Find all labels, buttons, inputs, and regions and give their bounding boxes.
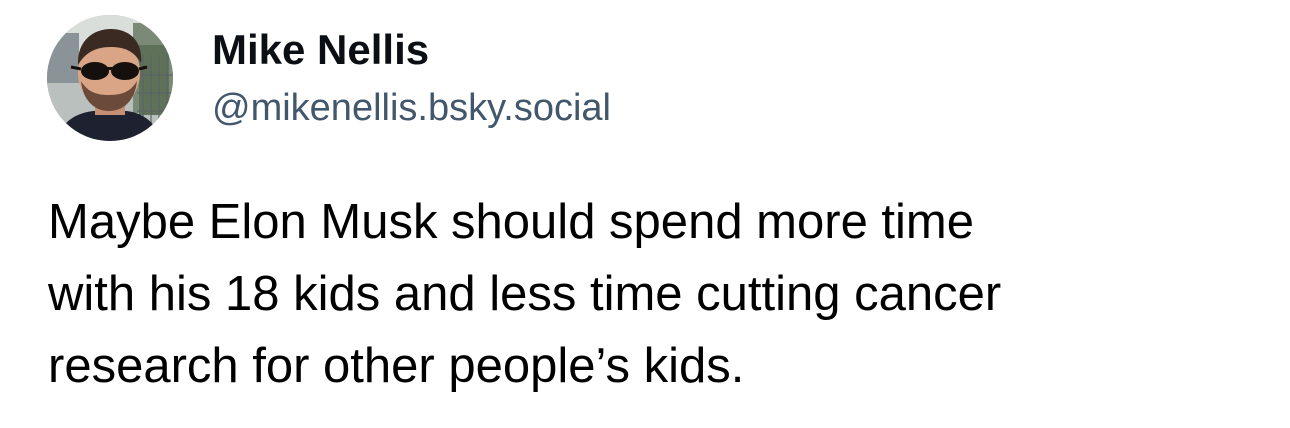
post-card: Mike Nellis @mikenellis.bsky.social Mayb…	[0, 0, 1290, 428]
author-info: Mike Nellis @mikenellis.bsky.social	[212, 24, 611, 132]
avatar[interactable]	[47, 15, 173, 141]
author-handle[interactable]: @mikenellis.bsky.social	[212, 84, 611, 132]
post-text: Maybe Elon Musk should spend more time w…	[48, 195, 1002, 393]
author-display-name[interactable]: Mike Nellis	[212, 24, 611, 76]
avatar-photo-icon	[47, 15, 173, 141]
